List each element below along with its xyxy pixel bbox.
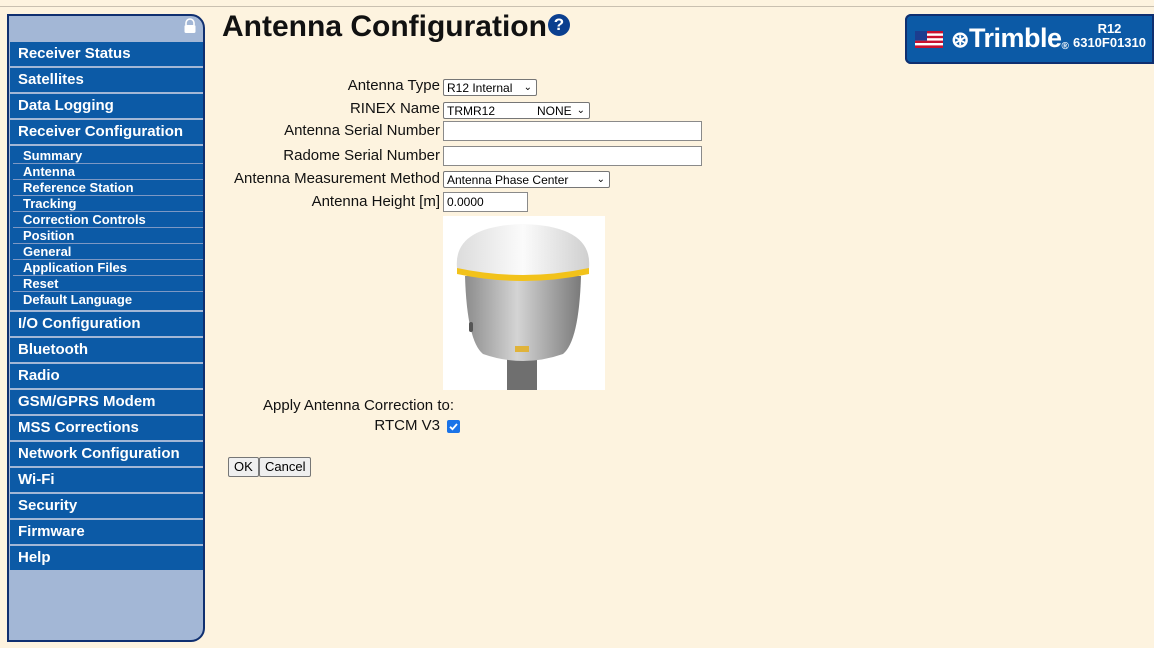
model-info: R12 6310F01310 [1073,22,1146,50]
globe-icon: ⊛ [951,27,969,52]
antenna-type-value: R12 Internal [447,81,513,95]
rtcm-v3-label: RTCM V3 [374,417,440,434]
apply-correction-row: Apply Antenna Correction to: [200,396,454,416]
radome-serial-row: Radome Serial Number [200,146,440,166]
rinex-radome-value: NONE [537,104,572,118]
antenna-type-row: Antenna Type [200,76,440,96]
antenna-height-input[interactable]: 0.0000 [443,192,528,212]
top-divider [0,6,1154,7]
rinex-name-value: TRMR12 [447,104,496,118]
submenu-item-application-files[interactable]: Application Files [13,260,203,276]
sidebar-item-network-configuration[interactable]: Network Configuration [10,442,203,466]
sidebar-item-data-logging[interactable]: Data Logging [10,94,203,118]
brand-badge: ⊛Trimble® R12 6310F01310 [905,14,1154,64]
measurement-method-row: Antenna Measurement Method [200,169,440,189]
submenu-item-default-language[interactable]: Default Language [13,292,203,308]
measurement-method-select[interactable]: Antenna Phase Center ⌄ [443,171,610,188]
rinex-name-label: RINEX Name [349,100,440,117]
sidebar-item-radio[interactable]: Radio [10,364,203,388]
antenna-height-row: Antenna Height [m] [200,192,440,212]
question-circle-icon[interactable]: ? [547,14,570,36]
receiver-configuration-submenu: Summary Antenna Reference Station Tracking C… [10,146,203,310]
sidebar-item-gsm-gprs-modem[interactable]: GSM/GPRS Modem [10,390,203,414]
measurement-method-value: Antenna Phase Center [447,173,569,187]
rtcm-v3-checkbox[interactable] [447,420,460,433]
antenna-serial-label: Antenna Serial Number [284,122,440,139]
measurement-method-label: Antenna Measurement Method [234,170,440,187]
sidebar-item-bluetooth[interactable]: Bluetooth [10,338,203,362]
radome-serial-label: Radome Serial Number [283,147,440,164]
lock-icon[interactable] [183,18,197,34]
rtcm-v3-row: RTCM V3 [200,416,440,436]
serial-number: 6310F01310 [1072,35,1146,50]
submenu-item-general[interactable]: General [13,244,203,260]
nav-menu: Receiver Status Satellites Data Logging Rec… [10,42,203,572]
checkmark-icon [449,423,458,431]
antenna-type-select[interactable]: R12 Internal ⌄ [443,79,537,96]
antenna-image [443,216,605,390]
submenu-item-reference-station[interactable]: Reference Station [13,180,203,196]
sidebar: Receiver Status Satellites Data Logging Rec… [7,14,205,642]
rinex-name-row: RINEX Name [200,99,440,119]
sidebar-item-receiver-configuration[interactable]: Receiver Configuration [10,120,203,144]
submenu-item-reset[interactable]: Reset [13,276,203,292]
sidebar-item-security[interactable]: Security [10,494,203,518]
apply-correction-label: Apply Antenna Correction to: [263,397,454,414]
sidebar-item-i-o-configuration[interactable]: I/O Configuration [10,312,203,336]
model-name: R12 [1097,21,1122,36]
rinex-name-select[interactable]: TRMR12 NONE ⌄ [443,102,590,119]
page-title: Antenna Configuration? [222,10,570,44]
submenu-item-tracking[interactable]: Tracking [13,196,203,212]
chevron-down-icon: ⌄ [576,105,585,116]
antenna-serial-row: Antenna Serial Number [200,121,440,141]
sidebar-item-mss-corrections[interactable]: MSS Corrections [10,416,203,440]
antenna-height-label: Antenna Height [m] [311,193,440,210]
sidebar-item-receiver-status[interactable]: Receiver Status [10,42,203,66]
cancel-button[interactable]: Cancel [259,457,312,477]
radome-serial-input[interactable] [443,146,702,166]
submenu-item-summary[interactable]: Summary [13,148,203,164]
submenu-item-position[interactable]: Position [13,228,203,244]
chevron-down-icon: ⌄ [596,174,605,185]
submenu-item-correction-controls[interactable]: Correction Controls [13,212,203,228]
sidebar-item-wi-fi[interactable]: Wi-Fi [10,468,203,492]
us-flag-icon [915,31,943,48]
ok-button[interactable]: OK [228,457,259,477]
antenna-serial-input[interactable] [443,121,702,141]
antenna-type-label: Antenna Type [347,77,440,94]
sidebar-item-firmware[interactable]: Firmware [10,520,203,544]
r12-antenna-illustration [456,224,590,390]
chevron-down-icon: ⌄ [523,82,532,93]
trimble-logo: ⊛Trimble® [951,23,1069,53]
submenu-item-antenna[interactable]: Antenna [13,164,203,180]
sidebar-item-help[interactable]: Help [10,546,203,570]
sidebar-item-satellites[interactable]: Satellites [10,68,203,92]
